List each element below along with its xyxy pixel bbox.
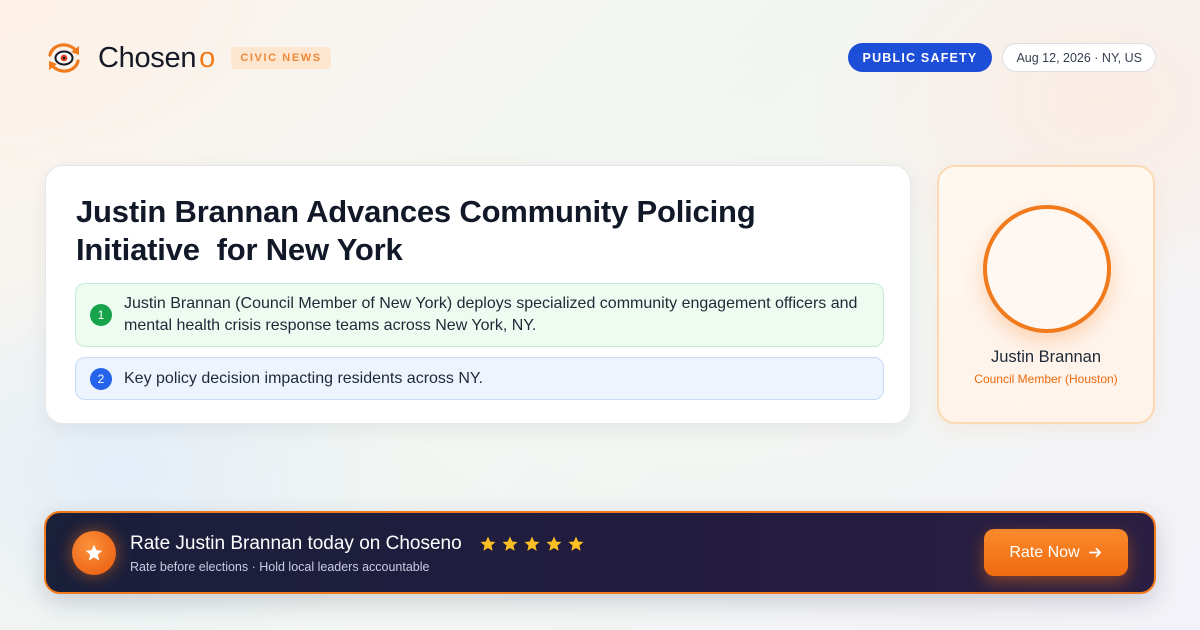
point-text: Key policy decision impacting residents …: [124, 370, 483, 387]
cta-subtitle: Rate before elections · Hold local leade…: [130, 560, 430, 574]
star-icon: [480, 536, 496, 551]
brand-name: Chosen: [98, 41, 197, 74]
arrow-right-icon: [1088, 545, 1103, 560]
key-point-1: 1 Justin Brannan (Council Member of New …: [75, 283, 884, 347]
point-number-badge: 1: [90, 304, 112, 326]
article-headline: Justin Brannan Advances Community Polici…: [76, 193, 876, 269]
eye-refresh-icon: [48, 43, 80, 73]
avatar: [983, 205, 1111, 333]
rating-cta-bar: Rate Justin Brannan today on Choseno Rat…: [44, 511, 1156, 594]
profile-name: Justin Brannan: [990, 348, 1102, 366]
star-icon: [502, 536, 518, 551]
date-location-pill: Aug 12, 2026 · NY, US: [1002, 43, 1156, 72]
headline-line-2: Initiative for New York: [76, 232, 403, 267]
star-icon: [524, 536, 540, 551]
point-number-badge: 2: [90, 368, 112, 390]
profile-role: Council Member (Houston): [974, 372, 1118, 386]
point-text: Justin Brannan (Council Member of New Yo…: [124, 295, 858, 334]
headline-line-1: Justin Brannan Advances Community Polici…: [76, 194, 756, 229]
header-meta: PUBLIC SAFETY Aug 12, 2026 · NY, US: [847, 43, 1156, 72]
rate-now-button[interactable]: Rate Now: [984, 529, 1128, 576]
category-badge: CIVIC NEWS: [231, 47, 331, 69]
star-icon: [85, 544, 103, 561]
key-point-2: 2 Key policy decision impacting resident…: [75, 357, 884, 400]
star-icon: [546, 536, 562, 551]
article-card: Justin Brannan Advances Community Polici…: [45, 165, 911, 424]
cta-title: Rate Justin Brannan today on Choseno: [130, 533, 462, 554]
profile-card[interactable]: Justin Brannan Council Member (Houston): [937, 165, 1155, 424]
star-badge: [72, 531, 116, 575]
rating-stars: [479, 535, 589, 553]
topic-pill[interactable]: PUBLIC SAFETY: [847, 43, 993, 72]
rate-now-label: Rate Now: [1009, 543, 1080, 561]
star-icon: [568, 536, 584, 551]
brand-name-suffix: o: [199, 41, 216, 74]
brand: Chosen o CIVIC NEWS: [46, 40, 331, 76]
